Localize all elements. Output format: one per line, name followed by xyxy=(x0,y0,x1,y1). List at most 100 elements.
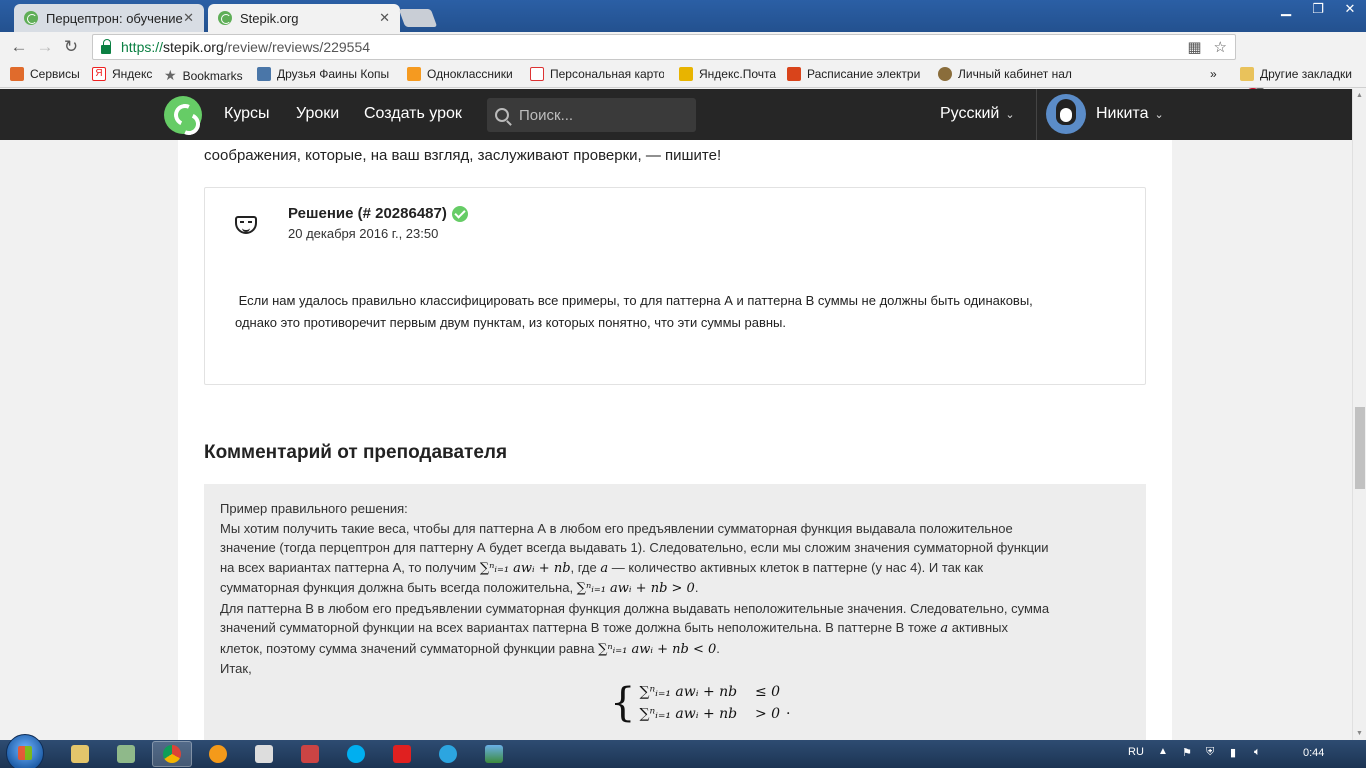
variable-a: a xyxy=(600,560,609,576)
tab-stepik[interactable]: Stepik.org ✕ xyxy=(208,4,400,32)
nav-lessons[interactable]: Уроки xyxy=(296,105,339,123)
anonymous-mask-icon xyxy=(235,216,257,234)
taskbar-spreadsheet[interactable] xyxy=(290,741,330,767)
scroll-down-icon[interactable]: ▼ xyxy=(1356,730,1363,737)
taskbar-skype[interactable] xyxy=(336,741,376,767)
tray-arrow-icon[interactable]: ▲ xyxy=(1158,746,1168,757)
back-arrow-icon[interactable]: ← xyxy=(6,34,32,60)
scroll-thumb[interactable] xyxy=(1355,407,1365,489)
formula-sum: ∑ⁿᵢ₌₁ awᵢ + nb xyxy=(479,560,571,576)
taskbar-vivaldi[interactable] xyxy=(382,741,422,767)
check-circle-icon xyxy=(451,205,468,222)
review-content: соображения, которые, на ваш взгляд, зас… xyxy=(178,140,1172,740)
solution-card: Решение (# 20286487) 20 декабря 2016 г.,… xyxy=(204,187,1146,385)
reload-icon[interactable]: ↻ xyxy=(58,34,84,60)
bookmark-tax-cabinet[interactable]: Личный кабинет нал xyxy=(938,67,1074,81)
bookmark-vk[interactable]: Друзья Фаины Копы xyxy=(257,67,393,81)
tab-close-icon[interactable]: ✕ xyxy=(379,10,390,26)
comment-line: Итак, xyxy=(220,661,252,676)
close-window-icon[interactable]: ✕ xyxy=(1334,0,1366,20)
tab-perceptron[interactable]: Перцептрон: обучение ✕ xyxy=(14,4,204,32)
bookmark-train-schedule[interactable]: Расписание электри xyxy=(787,67,923,81)
tab-title: Stepik.org xyxy=(240,10,299,26)
folder-icon xyxy=(71,745,89,763)
scroll-up-icon[interactable]: ▲ xyxy=(1356,92,1363,99)
formula-system: { ∑ⁿᵢ₌₁ awᵢ + nb ≤ 0 ∑ⁿᵢ₌₁ awᵢ + nb > 0 … xyxy=(610,680,791,726)
taskbar-chrome[interactable] xyxy=(152,741,192,767)
yandex-icon: Я xyxy=(92,67,106,81)
network-icon[interactable]: ▮ xyxy=(1230,746,1236,759)
avatar[interactable] xyxy=(1046,94,1086,134)
bookmark-other[interactable]: Другие закладки xyxy=(1240,67,1352,81)
taskbar-app2[interactable] xyxy=(198,741,238,767)
bookmark-bookmarks[interactable]: ★ Bookmarks xyxy=(164,67,243,84)
minimize-icon[interactable]: ▁ xyxy=(1270,0,1302,20)
new-tab-button[interactable] xyxy=(398,9,438,27)
comment-line: значение (тогда перцептрон для паттерну … xyxy=(220,540,1049,555)
clock[interactable]: 0:44 xyxy=(1303,747,1324,759)
tray-security-icon[interactable]: ⛨ xyxy=(1206,746,1214,759)
nav-create-lesson[interactable]: Создать урок xyxy=(364,105,462,123)
tray-flag-icon[interactable]: ⚑ xyxy=(1182,746,1192,759)
system-row: ∑ⁿᵢ₌₁ awᵢ + nb > 0 xyxy=(639,706,781,722)
solution-date: 20 декабря 2016 г., 23:50 xyxy=(288,226,439,241)
photo-icon xyxy=(485,745,503,763)
vk-icon xyxy=(257,67,271,81)
comment-line: Для паттерна В в любом его предъявлении … xyxy=(220,600,1050,616)
formula-positive: ∑ⁿᵢ₌₁ awᵢ + nb > 0 xyxy=(576,581,695,596)
comment-heading: Комментарий от преподавателя xyxy=(204,442,508,463)
bookmark-medical-card[interactable]: Персональная карто xyxy=(530,67,664,81)
search-icon xyxy=(495,108,509,122)
bookmark-yandex[interactable]: Я Яндекс xyxy=(92,67,152,81)
recycle-icon xyxy=(117,745,135,763)
calculator-icon xyxy=(255,745,273,763)
formula-negative: ∑ⁿᵢ₌₁ awᵢ + nb < 0 xyxy=(598,641,717,657)
start-button[interactable] xyxy=(6,734,44,768)
bookmark-ok[interactable]: Одноклассники xyxy=(407,67,513,81)
taskbar-photos[interactable] xyxy=(474,741,514,767)
solution-text: Если нам удалось правильно классифициров… xyxy=(235,293,1033,330)
url-path: /review/reviews/229554 xyxy=(223,39,371,55)
search-input[interactable] xyxy=(519,106,679,124)
translate-icon[interactable]: ▦ xyxy=(1187,38,1201,56)
restore-icon[interactable]: ❐ xyxy=(1302,0,1334,20)
spreadsheet-icon xyxy=(301,745,319,763)
more-bookmarks-button[interactable]: » xyxy=(1210,67,1217,81)
lock-icon xyxy=(101,38,111,54)
folder-icon xyxy=(1240,67,1254,81)
user-menu[interactable]: Никита ⌄ xyxy=(1096,105,1164,123)
language-select[interactable]: Русский ⌄ xyxy=(940,105,1015,123)
tab-close-icon[interactable]: ✕ xyxy=(183,10,194,26)
stepik-favicon-icon xyxy=(218,11,232,25)
tab-title: Перцептрон: обучение xyxy=(46,10,183,26)
comment-line: значений сумматорной функции на всех вар… xyxy=(220,620,1008,636)
forward-arrow-icon[interactable]: → xyxy=(32,34,58,60)
volume-icon[interactable]: 🔈︎ xyxy=(1254,746,1261,759)
input-language[interactable]: RU xyxy=(1128,746,1144,758)
bookmark-services[interactable]: Сервисы xyxy=(10,67,80,81)
taskbar-recycle[interactable] xyxy=(106,741,146,767)
ok-icon xyxy=(407,67,421,81)
window-controls: ▁ ❐ ✕ xyxy=(1270,0,1366,20)
search-box xyxy=(487,98,696,132)
taskbar-calculator[interactable] xyxy=(244,741,284,767)
taskbar-telegram[interactable] xyxy=(428,741,468,767)
url-host: stepik.org xyxy=(163,39,224,55)
header-divider xyxy=(1036,89,1037,140)
comment-line: Пример правильного решения: xyxy=(220,501,408,516)
stepik-logo-icon[interactable] xyxy=(164,96,202,134)
nav-courses[interactable]: Курсы xyxy=(224,105,270,123)
bookmark-star-icon[interactable]: ☆ xyxy=(1214,38,1227,56)
system-row: ∑ⁿᵢ₌₁ awᵢ + nb ≤ 0 xyxy=(639,684,781,700)
page-scrollbar[interactable]: ▲ ▼ xyxy=(1352,89,1366,740)
taskbar-explorer[interactable] xyxy=(60,741,100,767)
bookmarks-bar: Сервисы Я Яндекс ★ Bookmarks Друзья Фаины … xyxy=(0,62,1366,88)
comment-line: Мы хотим получить такие веса, чтобы для … xyxy=(220,520,1013,536)
bookmark-yandex-mail[interactable]: Яндекс.Почта xyxy=(679,67,776,81)
address-bar[interactable]: https://stepik.org/review/reviews/229554… xyxy=(92,34,1236,60)
comment-line: на всех вариантах паттерна А, то получим… xyxy=(220,559,984,576)
browser-tab-strip: Перцептрон: обучение ✕ Stepik.org ✕ ▁ ❐ … xyxy=(0,0,1366,32)
teacher-comment: Пример правильного решения: Мы хотим пол… xyxy=(204,484,1146,740)
apps-grid-icon xyxy=(10,67,24,81)
solution-title[interactable]: Решение (# 20286487) xyxy=(288,205,468,222)
